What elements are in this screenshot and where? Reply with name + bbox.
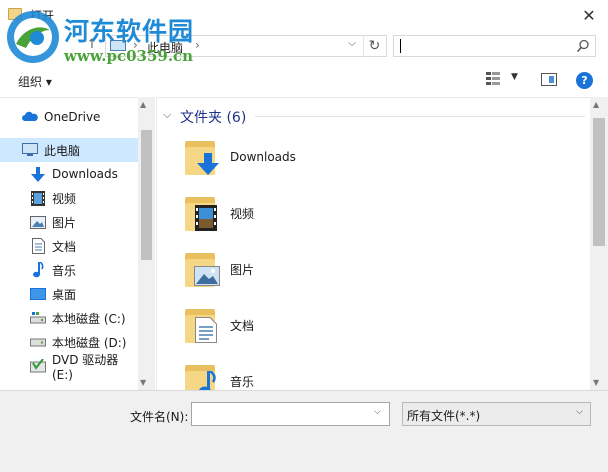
nav-item-label: 音乐 <box>52 263 77 278</box>
dvd-drive-icon <box>30 358 46 374</box>
nav-scroll-down-arrow-icon[interactable]: ▼ <box>140 378 146 387</box>
nav-item-label: 本地磁盘 (D:) <box>52 335 127 350</box>
group-divider <box>255 116 585 117</box>
nav-item-label: 此电脑 <box>44 143 81 158</box>
folder-item-music[interactable]: 音乐 <box>183 356 383 390</box>
nav-item-onedrive[interactable]: OneDrive <box>0 105 138 129</box>
nav-item-this-pc[interactable]: 此电脑 <box>0 138 138 162</box>
text-caret <box>400 39 401 53</box>
cloud-icon <box>22 109 38 125</box>
nav-item-label: 本地磁盘 (C:) <box>52 311 126 326</box>
organize-menu[interactable]: 组织 ▾ <box>18 73 52 90</box>
nav-item-label: 文档 <box>52 239 77 254</box>
address-history-dropdown[interactable]: ⌵ <box>344 38 360 54</box>
music-icon <box>30 262 46 278</box>
nav-scrollbar-thumb[interactable] <box>141 130 152 260</box>
folder-item-documents[interactable]: 文档 <box>183 300 383 350</box>
folder-item-pictures[interactable]: 图片 <box>183 244 383 294</box>
search-input[interactable] <box>393 35 596 57</box>
watermark-url: www.pc0359.cn <box>64 47 194 65</box>
drive-icon <box>30 310 46 326</box>
group-header-folders[interactable]: 文件夹 (6) <box>180 107 246 127</box>
picture-icon <box>30 214 46 230</box>
watermark-logo-icon <box>4 8 62 66</box>
watermark-name: 河东软件园 <box>64 17 195 46</box>
nav-item-videos[interactable]: 视频 <box>0 186 138 210</box>
search-icon[interactable] <box>574 37 592 55</box>
folder-label: Downloads <box>230 150 296 164</box>
folder-label: 图片 <box>230 262 255 277</box>
file-list-scroll-down-arrow-icon[interactable]: ▼ <box>593 378 599 387</box>
document-folder-icon <box>183 305 223 345</box>
navigation-pane: OneDrive 此电脑 Downloads 视频 图片 文档 音乐 桌面 本地… <box>0 97 155 390</box>
folder-label: 视频 <box>230 206 255 221</box>
music-folder-icon <box>183 361 223 390</box>
close-button[interactable]: ✕ <box>570 0 608 30</box>
document-icon <box>30 238 46 254</box>
download-folder-icon <box>183 137 223 177</box>
nav-item-label: 视频 <box>52 191 77 206</box>
nav-item-label: 桌面 <box>52 287 77 302</box>
file-list-scrollbar-thumb[interactable] <box>593 118 605 246</box>
nav-item-downloads[interactable]: Downloads <box>0 162 138 186</box>
filename-history-dropdown[interactable]: ⌵ <box>374 407 381 417</box>
preview-pane-icon[interactable] <box>541 73 557 86</box>
folder-label: 文档 <box>230 318 255 333</box>
folder-item-downloads[interactable]: Downloads <box>183 132 383 182</box>
download-icon <box>30 166 46 182</box>
video-folder-icon <box>183 193 223 233</box>
nav-scroll-up-arrow-icon[interactable]: ▲ <box>140 100 146 109</box>
nav-item-pictures[interactable]: 图片 <box>0 210 138 234</box>
picture-folder-icon <box>183 249 223 289</box>
video-icon <box>30 190 46 206</box>
nav-item-label: OneDrive <box>44 110 101 124</box>
desktop-icon <box>30 286 46 302</box>
breadcrumb-separator[interactable]: › <box>195 38 200 52</box>
nav-item-documents[interactable]: 文档 <box>0 234 138 258</box>
folder-item-videos[interactable]: 视频 <box>183 188 383 238</box>
file-type-value: 所有文件(*.*) <box>407 409 481 423</box>
nav-item-label: DVD 驱动器 (E:) <box>52 352 119 382</box>
nav-item-label: Downloads <box>52 167 118 181</box>
nav-item-drive-c[interactable]: 本地磁盘 (C:) <box>0 306 138 330</box>
view-dropdown-button[interactable]: ▼ <box>511 72 518 82</box>
nav-item-desktop[interactable]: 桌面 <box>0 282 138 306</box>
filename-label: 文件名(N): <box>130 410 189 424</box>
nav-item-dvd-drive[interactable]: DVD 驱动器 (E:) <box>0 353 138 382</box>
filename-input[interactable] <box>191 402 390 426</box>
file-type-dropdown-arrow-icon[interactable]: ⌵ <box>576 407 583 417</box>
chevron-down-icon[interactable]: ⌵ <box>163 108 171 122</box>
drive-icon <box>30 334 46 350</box>
computer-icon <box>22 142 38 158</box>
refresh-button[interactable]: ↻ <box>363 35 385 57</box>
help-icon[interactable]: ? <box>576 72 593 89</box>
file-list-scroll-up-arrow-icon[interactable]: ▲ <box>593 100 599 109</box>
nav-item-label: 图片 <box>52 215 77 230</box>
folder-label: 音乐 <box>230 375 255 389</box>
nav-item-music[interactable]: 音乐 <box>0 258 138 282</box>
view-options-icon[interactable] <box>486 72 500 86</box>
